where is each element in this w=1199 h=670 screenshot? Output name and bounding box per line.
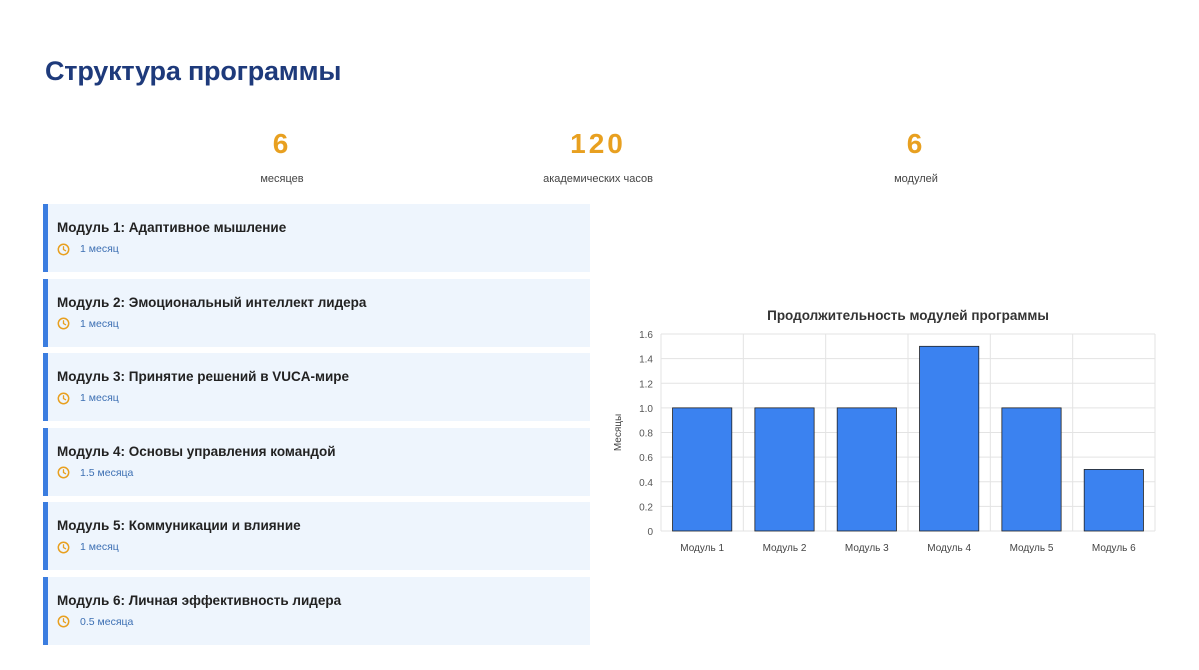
module-title: Модуль 6: Личная эффективность лидера bbox=[57, 592, 342, 608]
y-tick-label: 0.2 bbox=[639, 502, 653, 513]
module-duration: 1.5 месяца bbox=[80, 466, 134, 479]
module-card-1: Модуль 1: Адаптивное мышление 1 месяц bbox=[43, 204, 590, 272]
y-tick-label: 0 bbox=[647, 527, 653, 538]
y-tick-label: 0.8 bbox=[639, 429, 653, 440]
module-meta: 1 месяц bbox=[57, 391, 590, 405]
stat-label: академических часов bbox=[543, 173, 653, 185]
module-duration-chart: Продолжительность модулей программы 0 0.2 0… bbox=[605, 296, 1165, 566]
module-meta: 1 месяц bbox=[57, 317, 590, 331]
chart-title: Продолжительность модулей программы bbox=[767, 308, 1049, 323]
clock-icon bbox=[57, 317, 70, 330]
program-structure-slide: Структура программы 6 месяцев 120 академ… bbox=[0, 0, 1199, 670]
stat-modules: 6 модулей bbox=[786, 126, 1046, 186]
x-tick-label: Модуль 1 bbox=[680, 543, 724, 554]
module-title: Модуль 5: Коммуникации и влияние bbox=[57, 518, 301, 534]
x-tick-label: Модуль 4 bbox=[927, 543, 971, 554]
module-card-6: Модуль 6: Личная эффективность лидера 0.… bbox=[43, 576, 590, 645]
stat-months: 6 месяцев bbox=[152, 126, 412, 186]
bar-chart: Продолжительность модулей программы 0 0.2 0… bbox=[613, 308, 1156, 554]
module-title: Модуль 4: Основы управления командой bbox=[57, 443, 336, 459]
stat-hours: 120 академических часов bbox=[468, 126, 728, 186]
stat-value: 120 bbox=[570, 128, 626, 159]
y-tick-label: 1.2 bbox=[639, 379, 653, 390]
module-title: Модуль 3: Принятие решений в VUCA-мире bbox=[57, 369, 350, 385]
module-title: Модуль 1: Адаптивное мышление bbox=[57, 220, 287, 235]
bar-4 bbox=[919, 345, 980, 532]
x-tick-label: Модуль 2 bbox=[763, 543, 807, 554]
module-meta: 1.5 месяца bbox=[57, 466, 590, 480]
module-meta: 0.5 месяца bbox=[57, 615, 590, 629]
module-duration: 1 месяц bbox=[80, 243, 119, 255]
stat-label: месяцев bbox=[260, 173, 304, 185]
y-tick-label: 1.0 bbox=[639, 404, 653, 415]
clock-icon bbox=[57, 243, 70, 255]
page-title: Структура программы bbox=[45, 56, 342, 86]
stat-value: 6 bbox=[906, 128, 926, 159]
module-card-2: Модуль 2: Эмоциональный интеллект лидера… bbox=[43, 278, 590, 347]
module-card-4: Модуль 4: Основы управления командой 1.5… bbox=[43, 427, 590, 496]
module-card-3: Модуль 3: Принятие решений в VUCA-мире 1… bbox=[43, 353, 590, 422]
bar-5 bbox=[1001, 407, 1062, 532]
module-duration: 1 месяц bbox=[80, 392, 119, 405]
bar-3 bbox=[836, 407, 897, 532]
module-title: Модуль 2: Эмоциональный интеллект лидера bbox=[57, 294, 367, 310]
x-tick-label: Модуль 6 bbox=[1092, 543, 1136, 554]
module-meta: 1 месяц bbox=[57, 540, 590, 554]
y-tick-label: 1.6 bbox=[639, 330, 653, 341]
module-list: Модуль 1: Адаптивное мышление 1 месяц Мо… bbox=[43, 204, 590, 652]
module-duration: 1 месяц bbox=[80, 317, 119, 330]
module-meta: 1 месяц bbox=[57, 242, 590, 256]
clock-icon bbox=[57, 392, 70, 405]
clock-icon bbox=[57, 541, 70, 554]
bar-6 bbox=[1083, 469, 1144, 532]
clock-icon bbox=[57, 466, 70, 479]
y-tick-label: 0.4 bbox=[639, 478, 653, 489]
y-tick-label: 1.4 bbox=[639, 355, 653, 366]
stat-value: 6 bbox=[272, 128, 292, 159]
y-tick-label: 0.6 bbox=[639, 453, 653, 464]
stat-label: модулей bbox=[894, 173, 938, 185]
clock-icon bbox=[57, 616, 70, 628]
bar-2 bbox=[754, 407, 815, 532]
bar-1 bbox=[672, 407, 733, 532]
module-duration: 0.5 месяца bbox=[80, 615, 134, 628]
module-duration: 1 месяц bbox=[80, 541, 119, 554]
x-tick-label: Модуль 5 bbox=[1010, 543, 1054, 554]
module-card-5: Модуль 5: Коммуникации и влияние 1 месяц bbox=[43, 502, 590, 571]
y-axis-label: Месяцы bbox=[613, 414, 624, 451]
x-tick-label: Модуль 3 bbox=[845, 543, 889, 554]
